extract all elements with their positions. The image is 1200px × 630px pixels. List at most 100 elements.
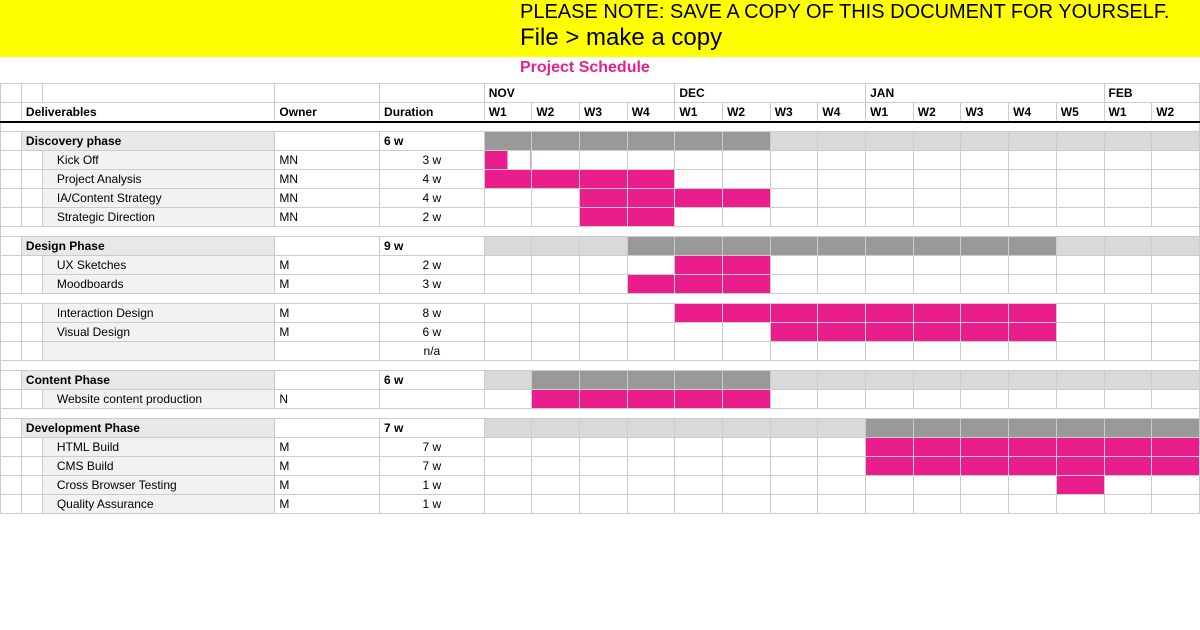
gantt-cell[interactable] bbox=[1056, 342, 1104, 361]
gantt-cell[interactable] bbox=[866, 189, 914, 208]
gantt-cell[interactable] bbox=[580, 342, 628, 361]
gantt-cell[interactable] bbox=[723, 304, 771, 323]
gantt-cell[interactable] bbox=[580, 457, 628, 476]
gantt-cell[interactable] bbox=[484, 419, 532, 438]
gantt-cell[interactable] bbox=[913, 151, 961, 170]
gantt-cell[interactable] bbox=[1056, 323, 1104, 342]
gantt-cell[interactable] bbox=[770, 208, 818, 227]
gantt-cell[interactable] bbox=[675, 457, 723, 476]
gantt-cell[interactable] bbox=[1104, 342, 1152, 361]
gantt-cell[interactable] bbox=[770, 170, 818, 189]
gantt-cell[interactable] bbox=[1056, 208, 1104, 227]
gantt-cell[interactable] bbox=[913, 132, 961, 151]
gantt-cell[interactable] bbox=[818, 237, 866, 256]
gantt-cell[interactable] bbox=[627, 132, 675, 151]
gantt-cell[interactable] bbox=[1056, 457, 1104, 476]
gantt-cell[interactable] bbox=[1009, 457, 1057, 476]
gantt-cell[interactable] bbox=[1104, 208, 1152, 227]
gantt-cell[interactable] bbox=[723, 390, 771, 409]
gantt-cell[interactable] bbox=[1056, 476, 1104, 495]
gantt-cell[interactable] bbox=[1152, 495, 1200, 514]
gantt-cell[interactable] bbox=[532, 304, 580, 323]
gantt-cell[interactable] bbox=[723, 151, 771, 170]
gantt-cell[interactable] bbox=[770, 237, 818, 256]
gantt-cell[interactable] bbox=[675, 151, 723, 170]
gantt-cell[interactable] bbox=[1104, 189, 1152, 208]
gantt-cell[interactable] bbox=[1104, 237, 1152, 256]
gantt-cell[interactable] bbox=[723, 371, 771, 390]
gantt-cell[interactable] bbox=[580, 438, 628, 457]
gantt-cell[interactable] bbox=[1009, 189, 1057, 208]
gantt-cell[interactable] bbox=[1009, 256, 1057, 275]
gantt-cell[interactable] bbox=[723, 170, 771, 189]
gantt-cell[interactable] bbox=[913, 170, 961, 189]
gantt-cell[interactable] bbox=[580, 371, 628, 390]
gantt-cell[interactable] bbox=[1009, 275, 1057, 294]
gantt-cell[interactable] bbox=[961, 132, 1009, 151]
gantt-cell[interactable] bbox=[866, 237, 914, 256]
gantt-cell[interactable] bbox=[1056, 371, 1104, 390]
gantt-cell[interactable] bbox=[961, 438, 1009, 457]
gantt-cell[interactable] bbox=[818, 476, 866, 495]
gantt-cell[interactable] bbox=[484, 170, 532, 189]
gantt-cell[interactable] bbox=[866, 256, 914, 275]
gantt-cell[interactable] bbox=[627, 342, 675, 361]
task-row[interactable]: Project AnalysisMN4 w bbox=[1, 170, 1200, 189]
gantt-cell[interactable] bbox=[1152, 237, 1200, 256]
gantt-cell[interactable] bbox=[1009, 304, 1057, 323]
gantt-cell[interactable] bbox=[770, 323, 818, 342]
task-row[interactable]: UX SketchesM2 w bbox=[1, 256, 1200, 275]
gantt-cell[interactable] bbox=[770, 457, 818, 476]
gantt-cell[interactable] bbox=[913, 476, 961, 495]
gantt-cell[interactable] bbox=[1152, 170, 1200, 189]
gantt-cell[interactable] bbox=[866, 390, 914, 409]
gantt-cell[interactable] bbox=[1152, 323, 1200, 342]
gantt-cell[interactable] bbox=[532, 256, 580, 275]
task-row[interactable]: n/a bbox=[1, 342, 1200, 361]
gantt-cell[interactable] bbox=[484, 304, 532, 323]
gantt-cell[interactable] bbox=[675, 342, 723, 361]
gantt-cell[interactable] bbox=[1152, 342, 1200, 361]
gantt-cell[interactable] bbox=[866, 457, 914, 476]
gantt-cell[interactable] bbox=[1152, 189, 1200, 208]
gantt-cell[interactable] bbox=[913, 371, 961, 390]
gantt-cell[interactable] bbox=[961, 323, 1009, 342]
gantt-cell[interactable] bbox=[1056, 438, 1104, 457]
gantt-cell[interactable] bbox=[532, 208, 580, 227]
gantt-cell[interactable] bbox=[580, 390, 628, 409]
gantt-cell[interactable] bbox=[484, 208, 532, 227]
gantt-cell[interactable] bbox=[532, 151, 580, 170]
gantt-cell[interactable] bbox=[866, 304, 914, 323]
gantt-cell[interactable] bbox=[961, 371, 1009, 390]
gantt-cell[interactable] bbox=[770, 476, 818, 495]
task-row[interactable]: HTML BuildM7 w bbox=[1, 438, 1200, 457]
gantt-cell[interactable] bbox=[484, 132, 532, 151]
gantt-cell[interactable] bbox=[580, 476, 628, 495]
gantt-cell[interactable] bbox=[723, 132, 771, 151]
gantt-cell[interactable] bbox=[627, 476, 675, 495]
gantt-cell[interactable] bbox=[723, 237, 771, 256]
gantt-cell[interactable] bbox=[580, 304, 628, 323]
gantt-cell[interactable] bbox=[627, 495, 675, 514]
gantt-cell[interactable] bbox=[913, 323, 961, 342]
gantt-cell[interactable] bbox=[818, 323, 866, 342]
gantt-cell[interactable] bbox=[770, 256, 818, 275]
gantt-cell[interactable] bbox=[818, 390, 866, 409]
gantt-cell[interactable] bbox=[532, 189, 580, 208]
gantt-cell[interactable] bbox=[1104, 495, 1152, 514]
gantt-cell[interactable] bbox=[627, 170, 675, 189]
gantt-cell[interactable] bbox=[675, 256, 723, 275]
gantt-cell[interactable] bbox=[866, 275, 914, 294]
task-row[interactable]: Visual DesignM6 w bbox=[1, 323, 1200, 342]
gantt-cell[interactable] bbox=[866, 476, 914, 495]
gantt-cell[interactable] bbox=[580, 132, 628, 151]
gantt-cell[interactable] bbox=[1056, 275, 1104, 294]
gantt-cell[interactable] bbox=[484, 256, 532, 275]
task-row[interactable]: CMS BuildM7 w bbox=[1, 457, 1200, 476]
gantt-cell[interactable] bbox=[1056, 390, 1104, 409]
gantt-cell[interactable] bbox=[627, 189, 675, 208]
gantt-cell[interactable] bbox=[961, 275, 1009, 294]
gantt-cell[interactable] bbox=[1009, 342, 1057, 361]
gantt-cell[interactable] bbox=[770, 342, 818, 361]
gantt-cell[interactable] bbox=[580, 170, 628, 189]
